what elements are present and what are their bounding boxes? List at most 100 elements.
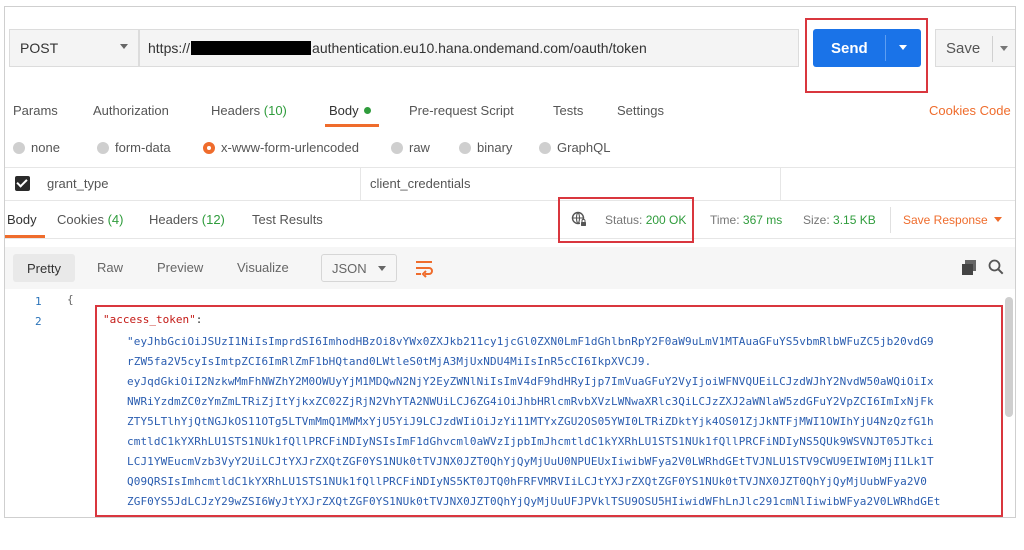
radio-x-www-form-urlencoded[interactable]: x-www-form-urlencoded — [203, 140, 359, 155]
json-key-text: "access_token" — [103, 313, 196, 326]
token-line: LCJ1YWEucmVzb3VyY2UiLCJtYXJrZXQtZGF0YS1N… — [127, 455, 934, 468]
save-caret-down-icon[interactable] — [1000, 46, 1008, 51]
param-value[interactable]: client_credentials — [370, 176, 470, 191]
cookies-label: Cookies — [929, 103, 976, 118]
size-text: Size: 3.15 KB — [803, 213, 876, 227]
token-line: ZTY5LTlhYjQtNGJkOS11OTg5LTVmMmQ1MWMxYjU5… — [127, 415, 934, 428]
save-button[interactable]: Save — [935, 29, 1015, 67]
tab-params[interactable]: Params — [13, 103, 58, 118]
caret-down-icon — [378, 266, 386, 271]
response-cookies-count: (4) — [107, 212, 124, 227]
save-response-button[interactable]: Save Response — [903, 213, 1002, 227]
cookies-link[interactable]: Cookies Code — [929, 103, 1011, 118]
response-tab-test-results[interactable]: Test Results — [252, 212, 323, 227]
size-value[interactable]: 3.15 KB — [833, 213, 876, 227]
send-button[interactable]: Send — [813, 29, 921, 67]
tab-body-underline — [325, 124, 379, 127]
format-select[interactable]: JSON — [321, 254, 397, 282]
token-line: "eyJhbGciOiJSUzI1NiIsImprdSI6ImhodHBzOi8… — [127, 335, 934, 348]
send-caret-down-icon[interactable] — [899, 45, 907, 50]
column-divider — [780, 168, 781, 201]
view-preview-button[interactable]: Preview — [157, 260, 203, 275]
send-divider — [885, 35, 886, 61]
radio-label: GraphQL — [557, 140, 611, 155]
radio-circle — [391, 141, 403, 154]
tab-body-label: Body — [329, 103, 359, 118]
response-cookies-label: Cookies — [57, 212, 104, 227]
tab-body[interactable]: Body — [329, 103, 371, 118]
response-tabs: Body Cookies (4) Headers (12) Test Resul… — [5, 197, 1015, 243]
radio-label: form-data — [115, 140, 171, 155]
request-bar: POST https:// authentication.eu10.hana.o… — [5, 7, 1015, 95]
token-line: ZGF0YS5JdLCJzY29wZSI6WyJtYXJrZXQtZGF0YS1… — [127, 495, 941, 508]
time-text: Time: 367 ms — [710, 213, 782, 227]
tab-tests[interactable]: Tests — [553, 103, 583, 118]
send-label: Send — [831, 39, 868, 57]
radio-label: x-www-form-urlencoded — [221, 140, 359, 155]
code-link[interactable]: Code — [980, 103, 1011, 118]
caret-down-icon — [993, 217, 1002, 222]
line-number: 1 — [35, 295, 42, 308]
response-tab-cookies[interactable]: Cookies (4) — [57, 212, 123, 227]
radio-graphql[interactable]: GraphQL — [539, 140, 610, 155]
view-raw-button[interactable]: Raw — [97, 260, 123, 275]
meta-divider — [890, 207, 891, 233]
radio-label: raw — [409, 140, 430, 155]
radio-raw[interactable]: raw — [391, 140, 430, 155]
response-viewer-toolbar: Pretty Raw Preview Visualize JSON — [5, 247, 1015, 289]
search-icon[interactable] — [988, 259, 1004, 275]
response-tab-headers[interactable]: Headers (12) — [149, 212, 225, 227]
radio-circle — [459, 141, 471, 154]
tab-headers[interactable]: Headers (10) — [211, 103, 287, 118]
save-divider — [992, 36, 993, 62]
param-key[interactable]: grant_type — [47, 176, 108, 191]
globe-icon[interactable] — [571, 211, 587, 227]
method-label: POST — [20, 40, 59, 56]
status-value[interactable]: 200 OK — [646, 213, 687, 227]
wrap-lines-icon[interactable] — [413, 257, 435, 279]
response-headers-label: Headers — [149, 212, 199, 227]
url-input[interactable]: https:// authentication.eu10.hana.ondema… — [139, 29, 799, 67]
response-headers-count: (12) — [201, 212, 225, 227]
response-tab-body-underline — [5, 235, 45, 238]
copy-icon[interactable] — [962, 260, 976, 275]
token-line: eyJqdGkiOiI2NzkwMmFhNWZhY2M0OWUyYjM1MDQw… — [127, 375, 934, 388]
form-param-row: grant_type client_credentials — [5, 167, 1015, 201]
save-label: Save — [946, 39, 981, 57]
scrollbar[interactable] — [1005, 297, 1013, 417]
column-divider — [360, 168, 361, 201]
time-label: Time: — [710, 213, 740, 227]
postman-window: POST https:// authentication.eu10.hana.o… — [4, 6, 1016, 518]
json-colon: : — [195, 313, 203, 326]
view-visualize-button[interactable]: Visualize — [237, 260, 289, 275]
time-value[interactable]: 367 ms — [743, 213, 782, 227]
response-body-code[interactable]: 1 2 { "access_token": "eyJhbGciOiJSUzI1N… — [5, 291, 1015, 517]
line-number: 2 — [35, 315, 42, 328]
body-active-dot — [363, 107, 371, 114]
format-label: JSON — [332, 260, 367, 276]
radio-form-data[interactable]: form-data — [97, 140, 171, 155]
status-text: Status: 200 OK — [605, 213, 686, 227]
radio-circle — [13, 141, 25, 154]
method-select[interactable]: POST — [9, 29, 139, 67]
size-label: Size: — [803, 213, 830, 227]
radio-none[interactable]: none — [13, 140, 60, 155]
token-line: rZW5fa2V5cyIsImtpZCI6ImRlZmF1bHQtand0LWt… — [127, 355, 652, 368]
body-type-radios: none form-data x-www-form-urlencoded raw… — [5, 133, 1015, 165]
radio-label: none — [31, 140, 60, 155]
response-tab-body[interactable]: Body — [7, 212, 37, 227]
radio-label: binary — [477, 140, 513, 155]
fold-marker[interactable]: { — [67, 293, 74, 306]
tab-pre-request-script[interactable]: Pre-request Script — [409, 103, 514, 118]
url-suffix: authentication.eu10.hana.ondemand.com/oa… — [312, 40, 647, 56]
token-line: cmtldC1kYXRhLU1STS1NUk1fQllPRCFiNDIyNSIs… — [127, 435, 934, 448]
token-line: Q09QRSIsImhcmtldC1kYXRhLU1STS1NUk1fQllPR… — [127, 475, 927, 488]
tab-settings[interactable]: Settings — [617, 103, 664, 118]
tab-authorization[interactable]: Authorization — [93, 103, 169, 118]
view-pretty-button[interactable]: Pretty — [13, 254, 75, 282]
checkbox-icon[interactable] — [15, 176, 30, 191]
token-line: NWRiYzdmZC0zYmZmLTRiZjItYjkxZC02ZjRjN2Vh… — [127, 395, 934, 408]
redacted-block — [191, 41, 312, 55]
radio-circle — [539, 141, 551, 154]
radio-binary[interactable]: binary — [459, 140, 512, 155]
